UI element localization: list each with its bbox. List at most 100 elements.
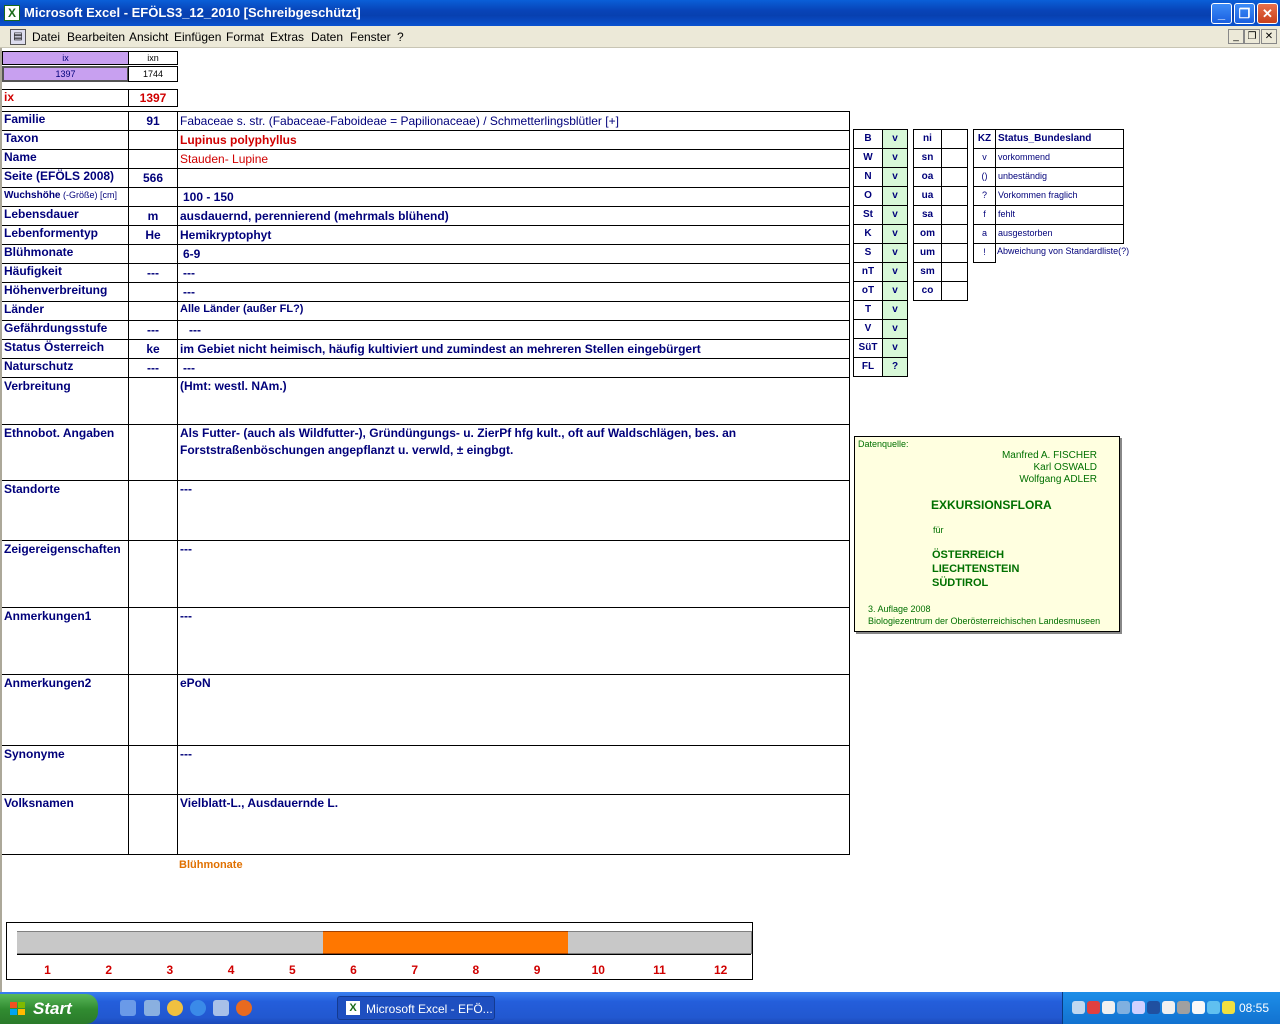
- ix-header: ix: [2, 51, 129, 65]
- quicklaunch-icon[interactable]: [213, 1000, 229, 1016]
- menu-extras[interactable]: Extras: [270, 30, 304, 44]
- row-code: 566: [128, 168, 178, 188]
- row-value: Alle Länder (außer FL?): [177, 301, 850, 321]
- bundesland-status: v: [882, 129, 908, 149]
- bundesland-code: V: [853, 319, 883, 339]
- tray-icon[interactable]: [1147, 1001, 1160, 1014]
- month-bar: [629, 931, 692, 954]
- legend-key: ?: [973, 186, 996, 206]
- row-code: 91: [128, 111, 178, 131]
- tall-row-code: [128, 480, 178, 541]
- month-bar: [200, 931, 263, 954]
- region-code: co: [913, 281, 942, 301]
- taskbar-excel-button[interactable]: X Microsoft Excel - EFÖ...: [337, 996, 495, 1020]
- doc-restore-button[interactable]: ❐: [1244, 29, 1260, 44]
- tray-icon[interactable]: [1072, 1001, 1085, 1014]
- bundesland-status: v: [882, 319, 908, 339]
- menu-help[interactable]: ?: [397, 30, 404, 44]
- tall-row-code: [128, 540, 178, 608]
- row-code: [128, 130, 178, 150]
- tall-row-label: Synonyme: [2, 745, 129, 795]
- legend-text: ausgestorben: [995, 224, 1124, 244]
- dq-edition: 3. Auflage 2008 Biologiezentrum der Ober…: [868, 604, 1101, 626]
- firefox-icon[interactable]: [236, 1000, 252, 1016]
- menu-bearbeiten[interactable]: Bearbeiten: [67, 30, 125, 44]
- row-code: [128, 244, 178, 264]
- legend-key: a: [973, 224, 996, 244]
- start-button[interactable]: Start: [0, 994, 98, 1024]
- row-value: 6-9: [177, 244, 850, 264]
- excel-icon: X: [346, 1001, 360, 1015]
- row-label: Taxon: [2, 130, 129, 150]
- menu-einfuegen[interactable]: Einfügen: [174, 30, 221, 44]
- tall-row-value: Vielblatt-L., Ausdauernde L.: [177, 794, 850, 855]
- row-label: Seite (EFÖLS 2008): [2, 168, 129, 188]
- menu-format[interactable]: Format: [226, 30, 264, 44]
- region-value: [941, 262, 968, 282]
- legend-text: Abweichung von Standardliste(?): [997, 246, 1130, 256]
- row-label: Länder: [2, 301, 129, 321]
- system-tray: 08:55: [1062, 992, 1280, 1024]
- region-value: [941, 205, 968, 225]
- region-code: ua: [913, 186, 942, 206]
- quicklaunch-icon[interactable]: [144, 1000, 160, 1016]
- bundesland-code: SüT: [853, 338, 883, 358]
- row-code: ---: [128, 358, 178, 378]
- tray-icon[interactable]: [1207, 1001, 1220, 1014]
- dq-countries: ÖSTERREICH LIECHTENSTEIN SÜDTIROL: [932, 549, 1020, 589]
- month-bar: [17, 931, 80, 954]
- row-value: Stauden- Lupine: [177, 149, 850, 169]
- minimize-button[interactable]: _: [1211, 3, 1232, 24]
- row-value: ausdauernd, perennierend (mehrmals blühe…: [177, 206, 850, 226]
- tray-icon[interactable]: [1087, 1001, 1100, 1014]
- tray-icon[interactable]: [1117, 1001, 1130, 1014]
- bundesland-code: S: [853, 243, 883, 263]
- row-value: im Gebiet nicht heimisch, häufig kultivi…: [177, 339, 850, 359]
- doc-close-button[interactable]: ✕: [1261, 29, 1277, 44]
- window-title: Microsoft Excel - EFÖLS3_12_2010 [Schrei…: [24, 5, 361, 20]
- quicklaunch-icon[interactable]: [120, 1000, 136, 1016]
- tall-row-value: ---: [177, 480, 850, 541]
- legend-key: v: [973, 148, 996, 168]
- tall-row-code: [128, 377, 178, 425]
- bundesland-status: v: [882, 338, 908, 358]
- dq-label: Datenquelle:: [858, 439, 909, 449]
- tray-icon[interactable]: [1222, 1001, 1235, 1014]
- close-button[interactable]: ✕: [1257, 3, 1278, 24]
- month-bar: [690, 931, 753, 954]
- maximize-button[interactable]: ❐: [1234, 3, 1255, 24]
- doc-minimize-button[interactable]: _: [1228, 29, 1244, 44]
- month-label: 1: [44, 963, 51, 977]
- region-value: [941, 148, 968, 168]
- row-value: ---: [177, 282, 850, 302]
- tray-icon[interactable]: [1102, 1001, 1115, 1014]
- row-label: Gefährdungsstufe: [2, 320, 129, 340]
- ie-icon[interactable]: [190, 1000, 206, 1016]
- row-label: Name: [2, 149, 129, 169]
- menu-fenster[interactable]: Fenster: [350, 30, 391, 44]
- row-code: ---: [128, 320, 178, 340]
- tray-icon[interactable]: [1192, 1001, 1205, 1014]
- row-value: Hemikryptophyt: [177, 225, 850, 245]
- ix-value-cell[interactable]: 1397: [2, 66, 129, 82]
- tall-row-label: Anmerkungen2: [2, 674, 129, 746]
- row-value: 100 - 150: [177, 187, 850, 207]
- tall-row-value: ePoN: [177, 674, 850, 746]
- tall-row-label: Ethnobot. Angaben: [2, 424, 129, 481]
- month-label: 11: [653, 963, 666, 977]
- menu-ansicht[interactable]: Ansicht: [129, 30, 168, 44]
- tray-icon[interactable]: [1162, 1001, 1175, 1014]
- region-code: om: [913, 224, 942, 244]
- bundesland-code: N: [853, 167, 883, 187]
- bundesland-code: oT: [853, 281, 883, 301]
- region-value: [941, 129, 968, 149]
- month-bar: [323, 931, 386, 954]
- menu-daten[interactable]: Daten: [311, 30, 343, 44]
- quicklaunch-icon[interactable]: [167, 1000, 183, 1016]
- tray-icon[interactable]: [1177, 1001, 1190, 1014]
- bundesland-status: ?: [882, 357, 908, 377]
- menu-datei[interactable]: Datei: [32, 30, 60, 44]
- document-icon[interactable]: ▤: [10, 29, 26, 45]
- tray-icon[interactable]: [1132, 1001, 1145, 1014]
- tall-row-value: ---: [177, 540, 850, 608]
